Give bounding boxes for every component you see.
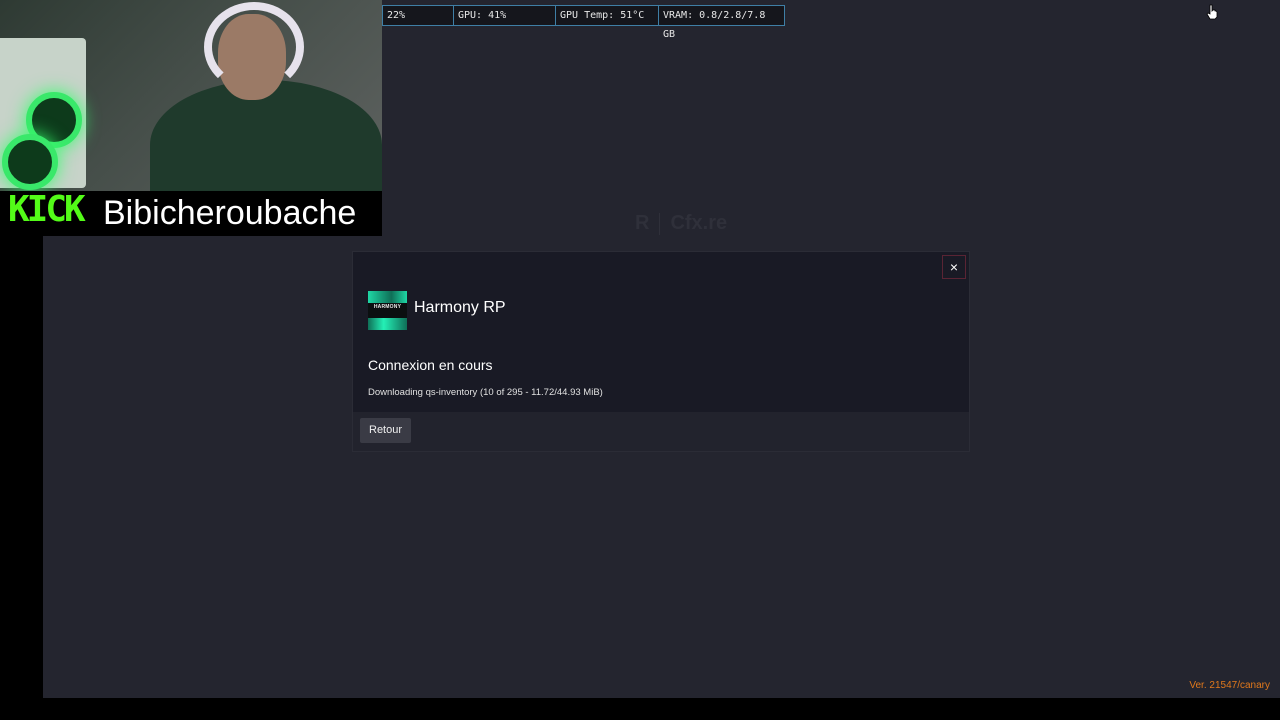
- download-status-detail: Downloading qs-inventory (10 of 295 - 11…: [368, 387, 603, 398]
- letterbox-bottom: [0, 698, 1280, 720]
- hand-cursor-icon: [1206, 4, 1218, 20]
- streamer-name: Bibicheroubache: [103, 194, 357, 232]
- cfx-logo-text: Cfx.re: [670, 212, 728, 234]
- connection-dialog: × HARMONY Harmony RP Connexion en cours …: [352, 251, 970, 452]
- headset: [204, 2, 304, 92]
- webcam-feed: [0, 0, 382, 191]
- dialog-footer: Retour: [353, 412, 969, 451]
- server-logo: HARMONY: [368, 291, 407, 330]
- performance-overlay: 22% GPU: 41% GPU Temp: 51°C VRAM: 0.8/2.…: [382, 5, 785, 40]
- server-logo-text: HARMONY: [373, 304, 402, 310]
- cpu-usage: 22%: [382, 5, 454, 26]
- close-icon[interactable]: ×: [942, 255, 966, 279]
- logo-bottom-art: [368, 318, 407, 330]
- server-name: Harmony RP: [414, 299, 506, 316]
- gpu-temperature: GPU Temp: 51°C: [555, 5, 659, 26]
- connection-status-title: Connexion en cours: [368, 357, 493, 373]
- kick-logo: KICK: [8, 189, 86, 230]
- logo-top-art: [368, 291, 407, 303]
- cfx-r-mark: R: [635, 212, 650, 234]
- rgb-fan: [2, 134, 58, 190]
- cfx-background-logo: R Cfx.re: [635, 212, 727, 235]
- version-label: Ver. 21547/canary: [1189, 680, 1270, 691]
- logo-divider: [659, 212, 661, 235]
- vram-usage: VRAM: 0.8/2.8/7.8 GB: [658, 5, 785, 40]
- back-button[interactable]: Retour: [360, 418, 412, 443]
- gpu-usage: GPU: 41%: [453, 5, 556, 26]
- pc-case: [0, 38, 86, 190]
